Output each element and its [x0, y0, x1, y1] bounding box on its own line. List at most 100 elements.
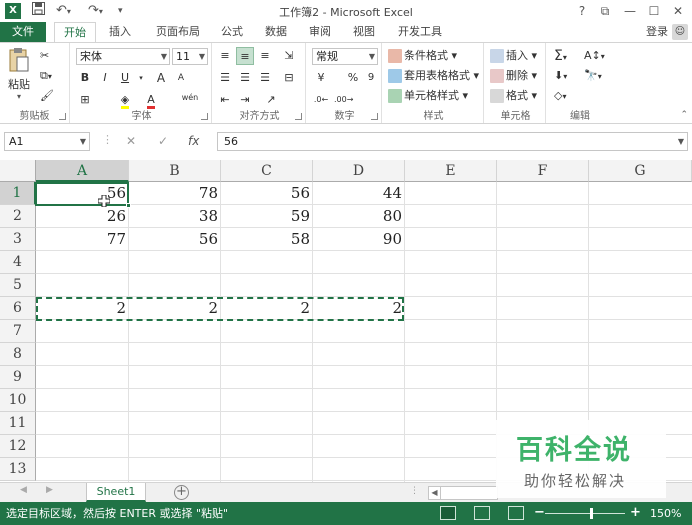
cell-b1[interactable]: 78 [128, 182, 220, 205]
insert-cells-button[interactable]: 插入 ▾ [490, 47, 537, 65]
tab-insert[interactable]: 插入 [100, 22, 140, 42]
tab-view[interactable]: 视图 [346, 22, 382, 42]
row-header-10[interactable]: 10 [0, 389, 36, 412]
row-header-8[interactable]: 8 [0, 343, 36, 366]
horizontal-scrollbar[interactable]: ◀ [428, 486, 498, 500]
tab-page-layout[interactable]: 页面布局 [148, 22, 208, 42]
comma-style-button[interactable]: 9 [362, 69, 380, 87]
align-bottom-icon[interactable]: ≡ [256, 47, 274, 65]
sheet-tab-sheet1[interactable]: Sheet1 [86, 483, 146, 502]
scroll-left-icon[interactable]: ◀ [429, 487, 441, 499]
column-header-f[interactable]: F [497, 160, 589, 182]
font-launcher-icon[interactable] [201, 113, 208, 120]
number-launcher-icon[interactable] [371, 113, 378, 120]
close-button[interactable]: ✕ [668, 2, 688, 20]
cell-c1[interactable]: 56 [220, 182, 312, 205]
cell-c2[interactable]: 59 [220, 205, 312, 228]
collapse-ribbon-icon[interactable]: ⌃ [680, 110, 688, 120]
minimize-button[interactable]: — [620, 2, 640, 20]
login-link[interactable]: 登录 [646, 22, 668, 42]
row-header-1[interactable]: 1 [0, 182, 36, 205]
phonetic-guide-icon[interactable]: wén [176, 89, 204, 107]
feedback-smiley-icon[interactable]: ☺ [672, 24, 688, 40]
paste-button[interactable]: 粘贴 ▾ [6, 47, 32, 101]
row-header-9[interactable]: 9 [0, 366, 36, 389]
delete-cells-button[interactable]: 删除 ▾ [490, 67, 537, 85]
row-header-11[interactable]: 11 [0, 412, 36, 435]
column-header-e[interactable]: E [405, 160, 497, 182]
cell-a3[interactable]: 77 [36, 228, 128, 251]
cell-c3[interactable]: 58 [220, 228, 312, 251]
column-header-b[interactable]: B [129, 160, 221, 182]
align-right-icon[interactable]: ☰ [256, 69, 274, 87]
fill-handle[interactable] [126, 203, 131, 208]
ribbon-display-options-button[interactable]: ⧉ [595, 2, 615, 20]
tab-home[interactable]: 开始 [54, 22, 96, 43]
help-button[interactable]: ? [572, 2, 592, 20]
cell-d2[interactable]: 80 [312, 205, 404, 228]
tab-review[interactable]: 审阅 [302, 22, 338, 42]
row-header-13[interactable]: 13 [0, 458, 36, 481]
row-header-7[interactable]: 7 [0, 320, 36, 343]
column-header-c[interactable]: C [221, 160, 313, 182]
prev-sheet-icon[interactable]: ◀ [20, 485, 27, 495]
align-left-icon[interactable]: ☰ [216, 69, 234, 87]
autosum-button[interactable]: Σ▾ [554, 47, 567, 65]
zoom-slider-thumb[interactable] [590, 508, 593, 519]
row-header-5[interactable]: 5 [0, 274, 36, 297]
align-top-icon[interactable]: ≡ [216, 47, 234, 65]
cell-b2[interactable]: 38 [128, 205, 220, 228]
currency-icon[interactable]: ¥ [312, 69, 330, 87]
name-box[interactable]: A1 ▼ [4, 132, 90, 151]
font-name-combo[interactable]: 宋体 ▼ [76, 48, 170, 65]
select-all-corner[interactable] [0, 160, 36, 182]
insert-function-button[interactable]: fx [188, 132, 199, 150]
conditional-formatting-button[interactable]: 条件格式 ▾ [388, 47, 457, 65]
number-format-combo[interactable]: 常规 ▼ [312, 48, 378, 65]
cancel-entry-button[interactable]: ✕ [126, 132, 136, 150]
cell-d3[interactable]: 90 [312, 228, 404, 251]
shrink-font-button[interactable]: A [172, 69, 190, 87]
row-header-3[interactable]: 3 [0, 228, 36, 251]
wrap-text-icon[interactable]: ⇲ [280, 47, 298, 65]
align-middle-icon[interactable]: ≡ [236, 47, 254, 65]
row-header-12[interactable]: 12 [0, 435, 36, 458]
row-header-6[interactable]: 6 [0, 297, 36, 320]
format-painter-icon[interactable]: 🖌 [40, 87, 54, 105]
clear-icon[interactable]: ◇▾ [554, 87, 566, 105]
underline-dropdown-icon[interactable]: ▾ [132, 69, 150, 87]
percent-button[interactable]: % [344, 69, 362, 87]
italic-button[interactable]: I [96, 69, 114, 87]
tab-developer[interactable]: 开发工具 [392, 22, 448, 42]
add-sheet-button[interactable]: + [174, 485, 189, 500]
row-header-2[interactable]: 2 [0, 205, 36, 228]
tab-formulas[interactable]: 公式 [214, 22, 250, 42]
grow-font-button[interactable]: A [152, 69, 170, 87]
cell-styles-button[interactable]: 单元格样式 ▾ [388, 87, 468, 105]
alignment-launcher-icon[interactable] [295, 113, 302, 120]
fill-icon[interactable]: ⬇▾ [554, 67, 567, 85]
row-header-4[interactable]: 4 [0, 251, 36, 274]
zoom-slider-track[interactable] [545, 513, 625, 514]
cut-icon[interactable]: ✂ [40, 47, 49, 65]
clipboard-launcher-icon[interactable] [59, 113, 66, 120]
cell-a2[interactable]: 26 [36, 205, 128, 228]
format-as-table-button[interactable]: 套用表格格式 ▾ [388, 67, 479, 85]
format-cells-button[interactable]: 格式 ▾ [490, 87, 537, 105]
sort-filter-icon[interactable]: A↕▾ [584, 47, 605, 65]
zoom-out-button[interactable]: − [534, 504, 545, 522]
zoom-in-button[interactable]: + [630, 504, 641, 522]
merge-center-icon[interactable]: ⊟ [280, 69, 298, 87]
column-header-g[interactable]: G [589, 160, 692, 182]
cell-b3[interactable]: 56 [128, 228, 220, 251]
confirm-entry-button[interactable]: ✓ [158, 132, 168, 150]
tab-data[interactable]: 数据 [258, 22, 294, 42]
tab-file[interactable]: 文件 [0, 22, 46, 42]
page-break-view-icon[interactable] [508, 506, 524, 520]
cell-d1[interactable]: 44 [312, 182, 404, 205]
column-header-d[interactable]: D [313, 160, 405, 182]
tab-splitter-icon[interactable]: ⋮ [410, 486, 419, 496]
find-select-icon[interactable]: 🔭▾ [584, 67, 602, 85]
font-size-combo[interactable]: 11 ▼ [172, 48, 208, 65]
zoom-level[interactable]: 150% [650, 502, 681, 525]
